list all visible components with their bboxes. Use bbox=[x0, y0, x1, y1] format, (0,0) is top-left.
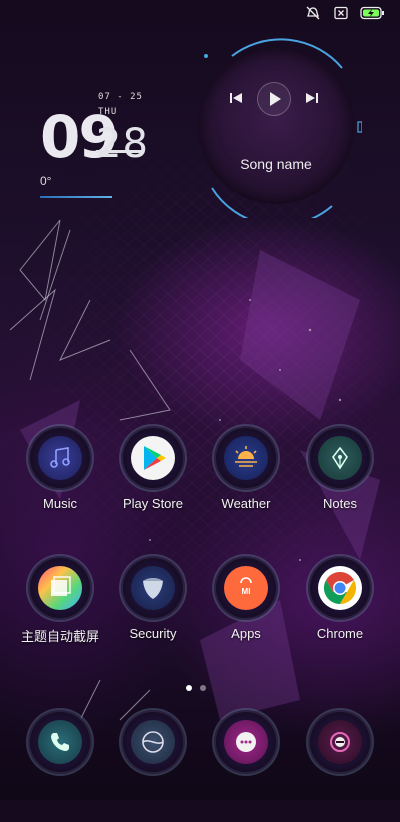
page-indicator bbox=[186, 685, 206, 691]
app-icon-frame bbox=[30, 428, 90, 488]
app-icon-frame bbox=[123, 428, 183, 488]
app-label: Music bbox=[43, 496, 77, 511]
clock-widget[interactable]: 09 07 - 25 THU 28 0° bbox=[40, 90, 180, 200]
do-not-disturb-icon bbox=[306, 6, 320, 20]
next-icon[interactable] bbox=[302, 88, 322, 108]
theme-screenshot-icon bbox=[51, 576, 71, 596]
temperature-divider bbox=[40, 196, 112, 198]
sim-off-icon bbox=[334, 6, 348, 20]
song-name: Song name bbox=[240, 156, 312, 172]
app-apps[interactable]: MI Apps bbox=[198, 558, 294, 668]
app-icon-frame bbox=[310, 428, 370, 488]
dock-phone[interactable] bbox=[12, 712, 108, 822]
clock-day: THU bbox=[98, 107, 118, 117]
app-icon-frame bbox=[123, 712, 183, 772]
camera-icon bbox=[330, 732, 350, 752]
app-weather[interactable]: Weather bbox=[198, 428, 294, 538]
chrome-icon bbox=[323, 571, 357, 605]
app-icon-frame: MI bbox=[216, 558, 276, 618]
play-icon bbox=[270, 92, 281, 106]
music-disc bbox=[198, 48, 354, 204]
app-icon-frame bbox=[123, 558, 183, 618]
app-icon-frame bbox=[310, 712, 370, 772]
messaging-icon bbox=[236, 732, 256, 752]
app-label: Security bbox=[129, 626, 177, 641]
play-store-icon bbox=[144, 446, 166, 470]
app-music[interactable]: Music bbox=[12, 428, 108, 538]
app-label: Apps bbox=[231, 626, 261, 641]
app-label: Chrome bbox=[316, 626, 364, 641]
app-icon-frame bbox=[310, 558, 370, 618]
clock-date: 07 - 25 bbox=[98, 92, 143, 102]
battery-charging-icon bbox=[360, 6, 384, 20]
browser-icon bbox=[142, 731, 164, 753]
page-dot-active bbox=[186, 685, 192, 691]
app-label: Play Store bbox=[123, 496, 183, 511]
clock-minute: 28 bbox=[96, 121, 149, 167]
app-chrome[interactable]: Chrome bbox=[292, 558, 388, 668]
previous-icon[interactable] bbox=[226, 88, 246, 108]
phone-icon bbox=[51, 733, 69, 751]
dock-browser[interactable] bbox=[105, 712, 201, 822]
app-label: Notes bbox=[323, 496, 357, 511]
weather-sunrise-icon bbox=[235, 446, 257, 467]
pen-nib-icon bbox=[332, 446, 348, 470]
app-notes[interactable]: Notes bbox=[292, 428, 388, 538]
app-icon-frame bbox=[216, 428, 276, 488]
page-dot bbox=[200, 685, 206, 691]
music-note-icon bbox=[50, 447, 70, 468]
svg-text:MI: MI bbox=[242, 587, 251, 596]
app-security[interactable]: Security bbox=[105, 558, 201, 668]
shield-icon bbox=[143, 578, 163, 599]
app-icon-frame bbox=[30, 712, 90, 772]
app-label: 主题自动截屏 bbox=[20, 630, 99, 645]
dock-messaging[interactable] bbox=[198, 712, 294, 822]
temperature: 0° bbox=[40, 174, 52, 188]
app-label: Weather bbox=[221, 496, 271, 511]
mi-shopping-bag-icon: MI bbox=[240, 577, 252, 596]
dock-camera[interactable] bbox=[292, 712, 388, 822]
app-play-store[interactable]: Play Store bbox=[105, 428, 201, 538]
app-icon-frame bbox=[30, 558, 90, 618]
app-theme-screenshot[interactable]: 主题自动截屏 bbox=[12, 558, 108, 668]
play-button[interactable] bbox=[257, 82, 291, 116]
music-widget[interactable]: Song name bbox=[192, 38, 362, 218]
app-icon-frame bbox=[216, 712, 276, 772]
status-bar bbox=[0, 0, 400, 26]
